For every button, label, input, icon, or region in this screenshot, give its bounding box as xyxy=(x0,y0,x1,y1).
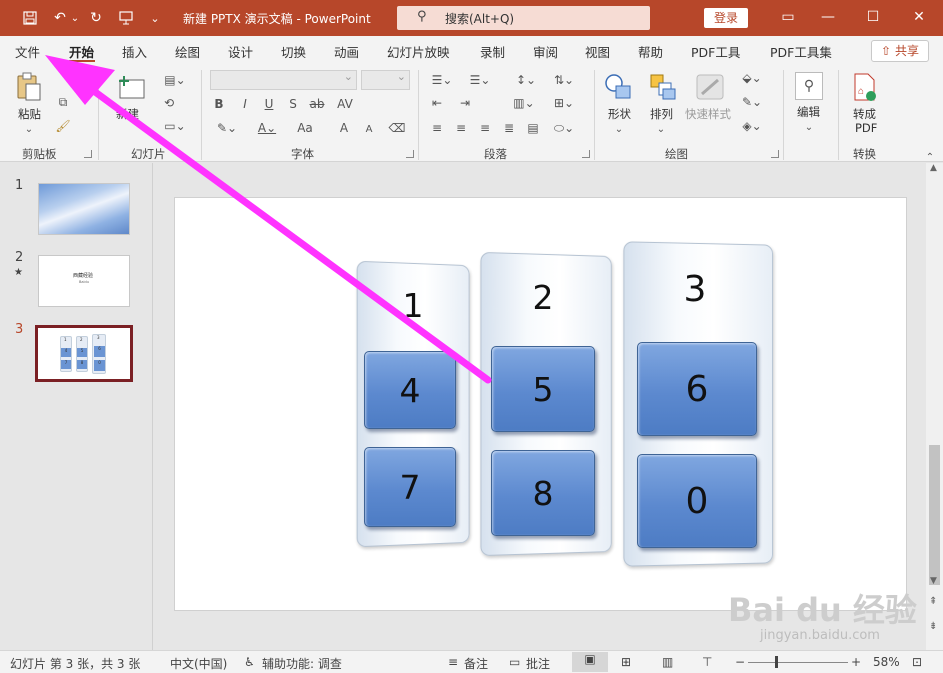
slide-count: 幻灯片 第 3 张，共 3 张 xyxy=(10,657,141,671)
notes-button[interactable]: 备注 xyxy=(464,655,488,672)
accessibility-status[interactable]: 辅助功能: 调查 xyxy=(262,655,342,672)
slideshow-icon[interactable]: ⊤ xyxy=(702,655,712,669)
comments-button[interactable]: 批注 xyxy=(526,655,550,672)
normal-view-icon[interactable]: ▣ xyxy=(572,652,608,672)
notes-icon: ≡ xyxy=(448,655,459,669)
zoom-slider-track[interactable] xyxy=(748,662,848,663)
watermark-url: jingyan.baidu.com xyxy=(760,628,880,643)
baidu-watermark: Bai du 经验 xyxy=(728,591,917,629)
slide-sorter-icon[interactable]: ⊞ xyxy=(621,655,631,669)
zoom-out-icon[interactable]: − xyxy=(735,655,745,669)
zoom-in-icon[interactable]: + xyxy=(851,655,861,669)
accessibility-icon: ♿ xyxy=(244,655,255,669)
zoom-slider-thumb[interactable] xyxy=(775,656,778,668)
zoom-level[interactable]: 58% xyxy=(873,655,900,669)
reading-view-icon[interactable]: ▥ xyxy=(662,655,673,669)
fit-to-window-icon[interactable]: ⊡ xyxy=(912,655,922,669)
status-bar: 幻灯片 第 3 张，共 3 张 中文(中国) ♿ 辅助功能: 调查 ≡ 备注 ▭… xyxy=(0,650,943,673)
language-indicator[interactable]: 中文(中国) xyxy=(170,655,227,672)
annotation-arrow xyxy=(45,55,492,384)
annotation-arrow-shaft xyxy=(68,71,492,384)
comments-icon: ▭ xyxy=(509,655,521,669)
